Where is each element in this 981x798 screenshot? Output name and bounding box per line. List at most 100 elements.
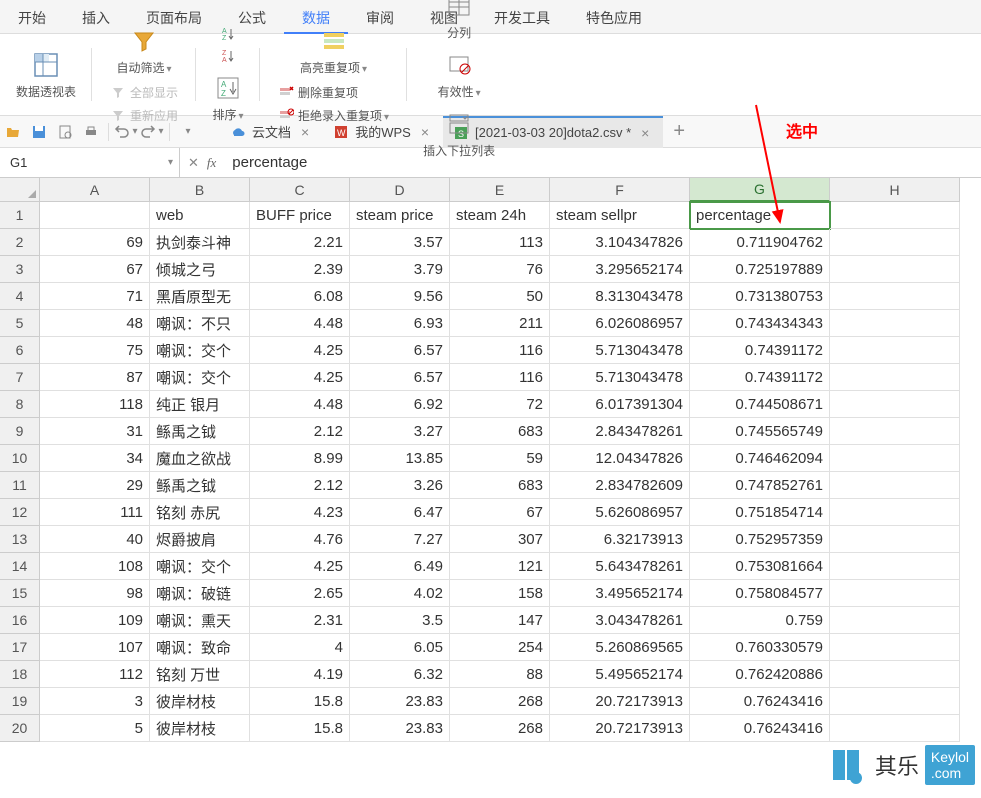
split-button[interactable]: 分列	[437, 0, 481, 45]
cell[interactable]: 5.260869565	[550, 634, 690, 661]
cell[interactable]: 0.746462094	[690, 445, 830, 472]
cell[interactable]: 20.72173913	[550, 715, 690, 742]
cell[interactable]	[830, 364, 960, 391]
row-header[interactable]: 4	[0, 283, 40, 310]
cell[interactable]: 31	[40, 418, 150, 445]
cell[interactable]: 0.743434343	[690, 310, 830, 337]
row-header[interactable]: 2	[0, 229, 40, 256]
cell[interactable]: 211	[450, 310, 550, 337]
cell[interactable]: 69	[40, 229, 150, 256]
cell[interactable]: 7.27	[350, 526, 450, 553]
cell[interactable]: 87	[40, 364, 150, 391]
cell[interactable]: 2.12	[250, 418, 350, 445]
cell[interactable]: 2.39	[250, 256, 350, 283]
cell[interactable]: 109	[40, 607, 150, 634]
highlight-dup-button[interactable]: 高亮重复项▾	[294, 21, 373, 80]
cell[interactable]	[830, 688, 960, 715]
cell[interactable]: 23.83	[350, 715, 450, 742]
cell[interactable]: 5.643478261	[550, 553, 690, 580]
cell[interactable]	[830, 283, 960, 310]
pivot-table-button[interactable]: 数据透视表	[10, 45, 82, 104]
cell[interactable]: 111	[40, 499, 150, 526]
cell[interactable]: 0.762420886	[690, 661, 830, 688]
cell[interactable]: 268	[450, 688, 550, 715]
formula-input[interactable]: percentage	[224, 154, 981, 171]
cell[interactable]: 纯正 银月	[150, 391, 250, 418]
cell[interactable]: 6.93	[350, 310, 450, 337]
ribbon-tab-0[interactable]: 开始	[0, 0, 64, 33]
cell[interactable]: 29	[40, 472, 150, 499]
print-preview-button[interactable]	[52, 119, 78, 145]
cell[interactable]: 5	[40, 715, 150, 742]
cell[interactable]: 嘲讽：交个	[150, 337, 250, 364]
cell[interactable]: web	[150, 202, 250, 229]
cell[interactable]: 0.745565749	[690, 418, 830, 445]
cell[interactable]: percentage	[690, 202, 830, 229]
column-header[interactable]: A	[40, 178, 150, 202]
cell[interactable]: 6.49	[350, 553, 450, 580]
cell[interactable]: 9.56	[350, 283, 450, 310]
cell[interactable]: 0.744508671	[690, 391, 830, 418]
cell[interactable]: 0.760330579	[690, 634, 830, 661]
cell[interactable]: 71	[40, 283, 150, 310]
cell[interactable]	[830, 337, 960, 364]
row-header[interactable]: 5	[0, 310, 40, 337]
cell[interactable]: 0.725197889	[690, 256, 830, 283]
cell[interactable]	[830, 445, 960, 472]
close-icon[interactable]: ×	[637, 125, 653, 141]
cell[interactable]: 0.753081664	[690, 553, 830, 580]
cell[interactable]: 彼岸材枝	[150, 715, 250, 742]
cell[interactable]: 5.495652174	[550, 661, 690, 688]
cell[interactable]: 嘲讽：致命	[150, 634, 250, 661]
cell[interactable]: 3.79	[350, 256, 450, 283]
cell[interactable]: 6.05	[350, 634, 450, 661]
cell[interactable]	[830, 526, 960, 553]
row-header[interactable]: 11	[0, 472, 40, 499]
cell[interactable]: 5.713043478	[550, 364, 690, 391]
cell[interactable]: 6.026086957	[550, 310, 690, 337]
cell[interactable]: 107	[40, 634, 150, 661]
validity-button[interactable]: 有效性▾	[432, 45, 487, 104]
cell[interactable]: 113	[450, 229, 550, 256]
cell[interactable]: 2.65	[250, 580, 350, 607]
cell[interactable]	[830, 256, 960, 283]
cell[interactable]: 12.04347826	[550, 445, 690, 472]
cell[interactable]: 鲧禹之钺	[150, 472, 250, 499]
cell[interactable]	[830, 391, 960, 418]
row-header[interactable]: 20	[0, 715, 40, 742]
cell[interactable]: 4.23	[250, 499, 350, 526]
cell[interactable]: 6.32173913	[550, 526, 690, 553]
cell[interactable]: 4	[250, 634, 350, 661]
cell[interactable]: 0.76243416	[690, 688, 830, 715]
cell[interactable]: 0.731380753	[690, 283, 830, 310]
cell[interactable]: 嘲讽：破链	[150, 580, 250, 607]
cell[interactable]: 98	[40, 580, 150, 607]
cell[interactable]: 4.76	[250, 526, 350, 553]
column-header[interactable]: B	[150, 178, 250, 202]
print-button[interactable]	[78, 119, 104, 145]
cell[interactable]: 0.759	[690, 607, 830, 634]
sort-asc-button[interactable]: AZ	[216, 24, 240, 44]
cell[interactable]: 2.843478261	[550, 418, 690, 445]
cell[interactable]: 0.758084577	[690, 580, 830, 607]
cell[interactable]: 0.74391172	[690, 337, 830, 364]
sort-button[interactable]: AZ 排序▾	[206, 68, 250, 127]
cell[interactable]: 6.47	[350, 499, 450, 526]
cell[interactable]: 59	[450, 445, 550, 472]
cell[interactable]: 5.626086957	[550, 499, 690, 526]
cell[interactable]: 683	[450, 418, 550, 445]
column-header[interactable]: E	[450, 178, 550, 202]
cell[interactable]: 6.57	[350, 364, 450, 391]
cell[interactable]: 5.713043478	[550, 337, 690, 364]
cell[interactable]: 4.19	[250, 661, 350, 688]
cell[interactable]: 254	[450, 634, 550, 661]
cell[interactable]: 6.08	[250, 283, 350, 310]
row-header[interactable]: 15	[0, 580, 40, 607]
cell[interactable]: 2.834782609	[550, 472, 690, 499]
select-all-corner[interactable]	[0, 178, 40, 202]
cell[interactable]: 6.017391304	[550, 391, 690, 418]
cell[interactable]: 嘲讽：熏天	[150, 607, 250, 634]
column-header[interactable]: G	[690, 178, 830, 202]
cell[interactable]: 23.83	[350, 688, 450, 715]
column-header[interactable]: C	[250, 178, 350, 202]
